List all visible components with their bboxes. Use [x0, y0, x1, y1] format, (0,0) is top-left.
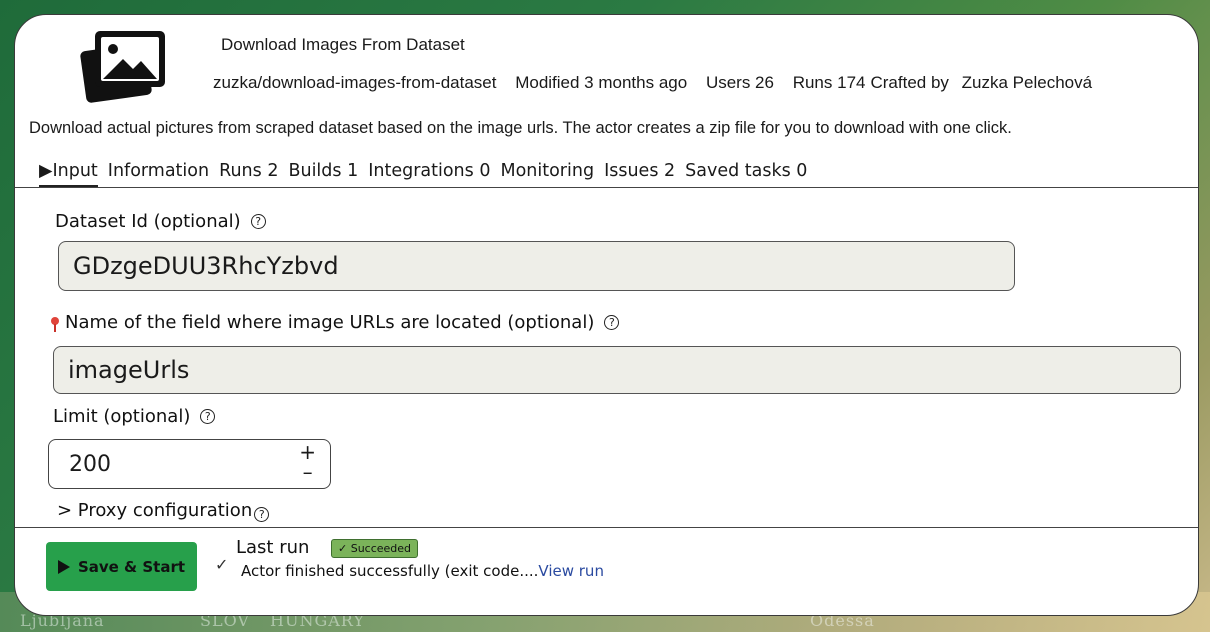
pin-icon — [51, 316, 59, 332]
actor-slug[interactable]: zuzka/download-images-from-dataset — [213, 73, 496, 92]
tab-builds[interactable]: Builds 1 — [288, 161, 358, 188]
proxy-configuration-toggle[interactable]: > Proxy configuration ? — [57, 499, 270, 522]
tab-issues[interactable]: Issues 2 — [604, 161, 675, 188]
dataset-id-label: Dataset Id (optional) ? — [55, 211, 266, 232]
help-icon[interactable]: ? — [604, 315, 620, 330]
dataset-id-input[interactable]: GDzgeDUU3RhcYzbvd — [58, 241, 1015, 291]
decrement-button[interactable]: – — [299, 462, 316, 482]
field-name-input[interactable]: imageUrls — [53, 346, 1181, 394]
actor-card: Download Images From Dataset zuzka/downl… — [14, 14, 1199, 616]
tab-bar: ▶Input Information Runs 2 Builds 1 Integ… — [39, 161, 807, 188]
tab-input[interactable]: ▶Input — [39, 161, 98, 188]
limit-value: 200 — [69, 451, 111, 477]
view-run-link[interactable]: View run — [538, 562, 604, 580]
stepper-controls: + – — [299, 442, 316, 482]
field-name-label-text: Name of the field where image URLs are l… — [65, 312, 595, 333]
run-message: Actor finished successfully (exit code..… — [241, 562, 604, 580]
actor-title: Download Images From Dataset — [221, 35, 465, 54]
save-start-button[interactable]: Save & Start — [46, 542, 197, 591]
last-run-label: Last run — [236, 537, 310, 558]
limit-label-text: Limit (optional) — [53, 406, 191, 427]
help-icon[interactable]: ? — [200, 409, 216, 424]
help-icon[interactable]: ? — [250, 214, 266, 229]
crafted-by-label: Crafted by — [870, 73, 949, 92]
actor-description: Download actual pictures from scraped da… — [29, 119, 1012, 137]
runs-count: Runs 174 — [792, 73, 866, 92]
modified-date: Modified 3 months ago — [515, 73, 688, 92]
users-count: Users 26 — [705, 73, 774, 92]
tabs-divider — [15, 187, 1198, 188]
actor-meta: zuzka/download-images-from-dataset Modif… — [213, 73, 1092, 93]
check-icon: ✓ — [215, 555, 229, 574]
field-name-label: Name of the field where image URLs are l… — [51, 312, 620, 333]
run-message-text: Actor finished successfully (exit code..… — [241, 562, 539, 580]
save-start-label: Save & Start — [77, 557, 186, 576]
tab-information[interactable]: Information — [108, 161, 209, 188]
play-icon — [57, 559, 70, 574]
image-gallery-icon — [80, 31, 165, 103]
limit-label: Limit (optional) ? — [53, 406, 216, 427]
tab-monitoring[interactable]: Monitoring — [500, 161, 594, 188]
status-badge: ✓ Succeeded — [331, 539, 419, 558]
proxy-label: > Proxy configuration — [57, 500, 253, 521]
limit-stepper[interactable]: 200 + – — [48, 439, 331, 489]
footer-divider — [15, 527, 1198, 528]
author-name[interactable]: Zuzka Pelechová — [962, 73, 1092, 92]
tab-runs[interactable]: Runs 2 — [219, 161, 278, 188]
help-icon[interactable]: ? — [254, 507, 270, 522]
increment-button[interactable]: + — [299, 442, 316, 462]
tab-saved-tasks[interactable]: Saved tasks 0 — [685, 161, 807, 188]
dataset-id-label-text: Dataset Id (optional) — [55, 211, 241, 232]
tab-integrations[interactable]: Integrations 0 — [368, 161, 490, 188]
